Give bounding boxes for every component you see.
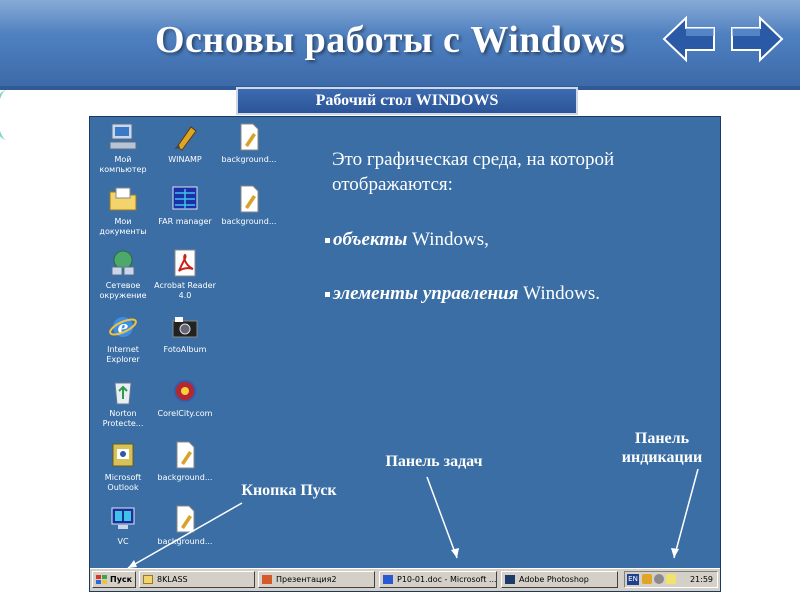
speaker-icon[interactable] [654,574,664,584]
photoshop-icon [505,575,515,584]
desktop-icon-acrobat-reader[interactable]: Acrobat Reader 4.0 [152,247,218,301]
file-icon [176,441,195,469]
arrow-to-taskbar [426,476,458,559]
desktop-icon-norton[interactable]: Norton Protecte... [90,375,156,429]
icon-label: Acrobat Reader 4.0 [154,281,216,300]
recycle-bin-icon [114,382,132,405]
start-button[interactable]: Пуск [92,571,136,588]
arrow-to-tray [673,468,699,559]
desktop-icon-network[interactable]: Сетевое окружение [90,247,156,301]
desktop-icon-outlook[interactable]: Microsoft Outlook [90,439,156,493]
icon-label: Сетевое окружение [99,281,147,300]
desktop-icon-winamp[interactable]: WINAMP [152,121,218,165]
bullet-bold-text: элементы управления [333,283,519,304]
icon-label: FotoAlbum [163,345,207,354]
file-icon [240,185,259,213]
icon-label: Мой компьютер [99,155,147,174]
clock: 21:59 [689,575,713,584]
corel-icon [174,380,196,402]
desktop-icon-my-documents[interactable]: Мои документы [90,183,156,237]
word-icon [383,575,393,584]
icon-label: Microsoft Outlook [104,473,142,492]
bullet-text: Windows, [407,229,489,250]
slide-title: Основы работы с Windows [155,19,626,61]
task-label: Презентация2 [276,575,337,584]
bullet-square-icon [325,292,330,298]
outlook-icon [112,443,134,467]
callout-taskbar: Панель задач [385,453,483,470]
icon-label: background... [221,217,277,226]
icon-label: VC [117,537,129,546]
my-computer-icon [109,123,137,150]
desktop-icon-background-5[interactable]: background... [152,503,218,547]
icon-label: background... [221,155,277,164]
arrow-left-icon [662,15,715,63]
task-label: 8KLASS [157,575,188,584]
windows-desktop: Мой компьютер Мои документы Сетевое окру… [89,116,721,592]
task-button-presentation[interactable]: Презентация2 [258,571,375,588]
icon-label: Norton Protecte... [102,409,144,428]
icon-label: CorelCity.com [157,409,213,418]
desktop-icon-background-4[interactable]: background... [152,439,218,483]
slide-subtitle: Рабочий стол WINDOWS [236,87,578,115]
icon-label: background... [157,473,213,482]
language-indicator[interactable]: EN [627,574,639,585]
winamp-tray-icon[interactable] [642,574,652,584]
internet-explorer-icon: e [109,317,137,338]
notes-tray-icon[interactable] [666,574,676,584]
folder-icon [143,575,153,584]
system-tray: EN 21:59 [624,571,718,588]
file-icon [176,505,195,533]
decorative-swoosh [0,90,20,140]
bullet-controls: элементы управления Windows. [325,283,600,305]
previous-slide-button[interactable] [660,14,718,64]
desktop-icon-corelcity[interactable]: CorelCity.com [152,375,218,419]
far-manager-icon [172,186,198,210]
powerpoint-icon [262,575,272,584]
windows-logo-icon [96,575,107,584]
file-icon [240,123,259,151]
start-label: Пуск [110,575,133,584]
slide-header: Основы работы с Windows [0,0,800,90]
desktop-icon-internet-explorer[interactable]: e Internet Explorer [90,311,156,365]
vc-icon [111,507,135,529]
task-button-photoshop[interactable]: Adobe Photoshop [501,571,618,588]
icon-label: FAR manager [158,217,212,226]
task-label: P10-01.doc - Microsoft ... [397,575,497,584]
task-button-8klass[interactable]: 8KLASS [139,571,255,588]
icon-label: Мои документы [99,217,147,236]
icon-label: background... [157,537,213,546]
desktop-description: Это графическая среда, на которой отобра… [332,149,615,195]
callout-start-button: Кнопка Пуск [241,482,337,499]
bullet-square-icon [325,238,330,244]
desktop-icon-vc[interactable]: VC [90,503,156,547]
desktop-icon-background-1[interactable]: background... [216,121,282,165]
callout-tray: Панель индикации [621,430,703,466]
task-button-word[interactable]: P10-01.doc - Microsoft ... [379,571,497,588]
next-slide-button[interactable] [728,14,786,64]
arrow-right-icon [731,15,784,63]
desktop-icon-background-2[interactable]: background... [216,183,282,227]
icon-label: WINAMP [168,155,202,164]
acrobat-icon [174,249,196,277]
network-icon [111,250,135,276]
icon-label: Internet Explorer [106,345,140,364]
camera-icon [172,317,198,338]
documents-folder-icon [109,187,137,211]
winamp-icon [174,126,197,151]
task-label: Adobe Photoshop [519,575,589,584]
bullet-text: Windows. [518,283,600,304]
bullet-objects: объекты Windows, [325,229,489,251]
bullet-bold-text: объекты [333,229,408,250]
taskbar: Пуск 8KLASS Презентация2 P10-01.doc - Mi… [90,568,720,591]
desktop-icon-my-computer[interactable]: Мой компьютер [90,121,156,175]
desktop-icon-fotoalbum[interactable]: FotoAlbum [152,311,218,355]
desktop-icon-far-manager[interactable]: FAR manager [152,183,218,227]
